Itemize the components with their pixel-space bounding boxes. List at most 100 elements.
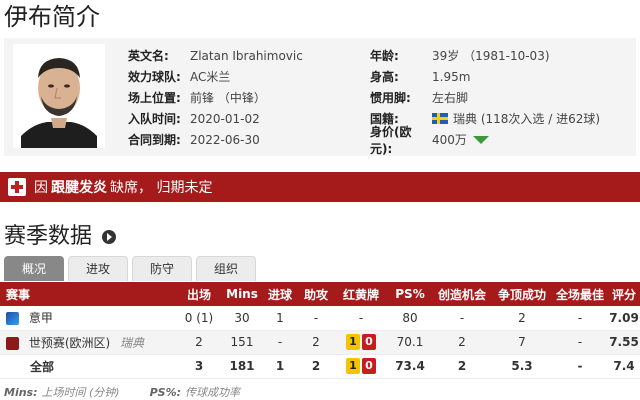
apps-cell: 2 [176, 330, 222, 355]
tab-defense[interactable]: 防守 [132, 256, 192, 281]
col-header: 出场 [176, 282, 222, 306]
position-row: 场上位置: 前锋 （中锋） [128, 87, 266, 108]
mins-cell: 181 [222, 354, 262, 379]
table-row: 意甲 0 (1) 30 1 - - 80 - 2 - 7.09 [0, 306, 640, 331]
contract-row: 合同到期: 2022-06-30 [128, 129, 260, 150]
goals-cell: 1 [262, 354, 298, 379]
col-header: Mins [222, 282, 262, 306]
chances-cell: 2 [432, 330, 492, 355]
competition-cell[interactable]: 世预赛(欧洲区) 瑞典 [0, 330, 176, 355]
aerial-cell: 5.3 [492, 354, 552, 379]
cards-cell: 10 [334, 330, 388, 355]
chances-cell: - [432, 306, 492, 331]
ps-cell: 80 [388, 306, 432, 331]
col-header: 助攻 [298, 282, 334, 306]
world-cup-qualifier-logo-icon [6, 336, 19, 350]
info-label: 年龄: [370, 49, 399, 63]
red-card-badge: 0 [362, 334, 376, 350]
chances-cell: 2 [432, 354, 492, 379]
injury-suffix: 缺席， 归期未定 [110, 180, 213, 196]
player-profile: 英文名: Zlatan Ibrahimovic 效力球队: AC米兰 场上位置:… [4, 38, 636, 156]
market-value: 400万 [432, 133, 467, 147]
competition-cell[interactable]: 意甲 [0, 306, 176, 331]
assists-cell: - [298, 306, 334, 331]
foot-row: 惯用脚: 左右脚 [370, 87, 468, 108]
table-total-row: 全部 3 181 1 2 10 73.4 2 5.3 - 7.4 [0, 354, 640, 379]
stats-table: 赛事 出场 Mins 进球 助攻 红黄牌 PS% 创造机会 争顶成功 全场最佳 … [0, 282, 640, 379]
info-label: 场上位置: [128, 91, 181, 105]
tab-organize[interactable]: 组织 [196, 256, 256, 281]
join-date-value: 2020-01-02 [190, 111, 260, 126]
market-value-row: 身价(欧元): 400万 [370, 125, 489, 156]
stats-tabs: 概况 进攻 防守 组织 [4, 256, 260, 281]
footnote-ps-label: PS%: [149, 386, 181, 399]
motm-cell: - [552, 354, 608, 379]
height-row: 身高: 1.95m [370, 66, 470, 87]
col-header: 创造机会 [432, 282, 492, 306]
cards-cell: 10 [334, 354, 388, 379]
position-value: 前锋 （中锋） [190, 91, 266, 105]
col-header: 评分 [608, 282, 640, 306]
team-value[interactable]: AC米兰 [190, 68, 230, 85]
red-card-badge: 0 [362, 358, 376, 374]
rating-cell: 7.4 [608, 354, 640, 379]
ps-cell: 70.1 [388, 330, 432, 355]
arrow-right-icon[interactable] [102, 230, 117, 244]
medical-cross-icon [8, 178, 26, 196]
col-header: 争顶成功 [492, 282, 552, 306]
assists-cell: 2 [298, 354, 334, 379]
info-label: 效力球队: [128, 70, 181, 84]
rating-cell: 7.09 [608, 306, 640, 331]
assists-cell: 2 [298, 330, 334, 355]
avatar [13, 44, 105, 148]
table-footnote: Mins: 上场时间 (分钟) PS%: 传球成功率 [4, 384, 240, 400]
age-value: 39岁 （1981-10-03) [432, 49, 550, 63]
competition-name: 世预赛(欧洲区) [28, 335, 111, 350]
mins-cell: 151 [222, 330, 262, 355]
height-value: 1.95m [432, 69, 471, 84]
info-label: 英文名: [128, 49, 169, 63]
footnote-mins-text: 上场时间 (分钟) [41, 386, 120, 399]
tab-overview[interactable]: 概况 [4, 256, 64, 281]
rating-cell: 7.55 [608, 330, 640, 355]
yellow-card-badge: 1 [346, 358, 360, 374]
ps-cell: 73.4 [388, 354, 432, 379]
contract-value: 2022-06-30 [190, 132, 260, 147]
aerial-cell: 7 [492, 330, 552, 355]
info-label: 惯用脚: [370, 91, 411, 105]
team-row: 效力球队: AC米兰 [128, 66, 230, 87]
english-name-row: 英文名: Zlatan Ibrahimovic [128, 45, 303, 66]
serie-a-logo-icon [6, 312, 19, 326]
injury-type: 跟腱发炎 [51, 180, 107, 196]
col-header: 赛事 [0, 282, 176, 306]
col-header: 进球 [262, 282, 298, 306]
foot-value: 左右脚 [432, 91, 469, 105]
join-date-row: 入队时间: 2020-01-02 [128, 108, 260, 129]
page-title: 伊布简介 [4, 3, 100, 31]
info-label: 入队时间: [128, 112, 181, 126]
aerial-cell: 2 [492, 306, 552, 331]
mins-cell: 30 [222, 306, 262, 331]
table-header-row: 赛事 出场 Mins 进球 助攻 红黄牌 PS% 创造机会 争顶成功 全场最佳 … [0, 282, 640, 306]
competition-name: 全部 [0, 354, 176, 379]
goals-cell: 1 [262, 306, 298, 331]
injury-banner: 因 跟腱发炎 缺席， 归期未定 [0, 172, 640, 202]
col-header: 红黄牌 [334, 282, 388, 306]
english-name-value: Zlatan Ibrahimovic [190, 48, 303, 63]
apps-cell: 3 [176, 354, 222, 379]
season-stats-title: 赛季数据 [4, 222, 117, 252]
tab-attack[interactable]: 进攻 [68, 256, 128, 281]
age-row: 年龄: 39岁 （1981-10-03) [370, 45, 550, 66]
section-title-text: 赛季数据 [4, 224, 93, 249]
yellow-card-badge: 1 [346, 334, 360, 350]
cards-cell: - [334, 306, 388, 331]
competition-team: 瑞典 [120, 335, 145, 350]
info-label: 身价(欧元): [370, 124, 412, 156]
down-arrow-icon [472, 135, 489, 144]
injury-prefix: 因 [34, 180, 48, 196]
competition-name: 意甲 [28, 311, 53, 326]
info-label: 身高: [370, 70, 399, 84]
motm-cell: - [552, 330, 608, 355]
apps-cell: 0 (1) [176, 306, 222, 331]
table-row: 世预赛(欧洲区) 瑞典 2 151 - 2 10 70.1 2 7 - 7.55 [0, 330, 640, 355]
